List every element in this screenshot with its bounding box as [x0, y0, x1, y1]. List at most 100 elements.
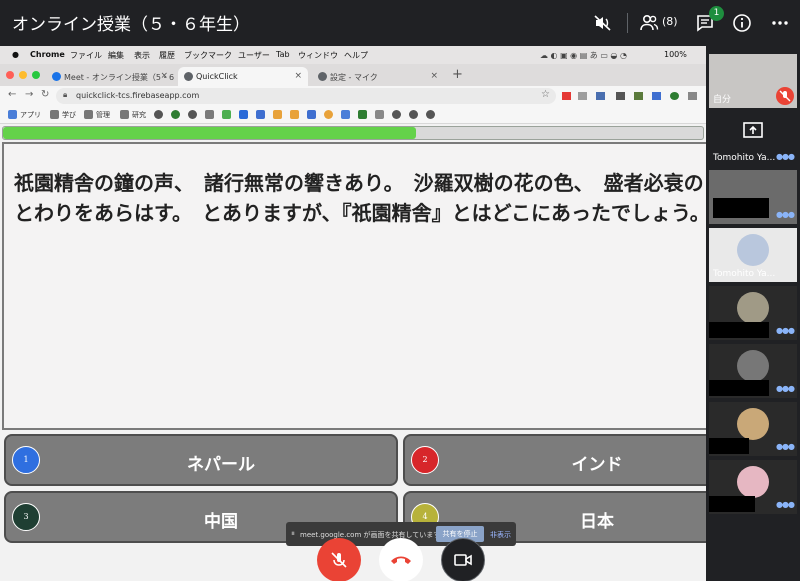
- hang-up-button[interactable]: [379, 538, 423, 581]
- extension-icon[interactable]: [634, 92, 643, 100]
- extension-icon[interactable]: [688, 92, 697, 100]
- speaking-dots-icon: ●●●: [776, 210, 795, 219]
- avatar: [737, 466, 769, 498]
- close-tab-icon[interactable]: ×: [430, 71, 438, 81]
- bookmark-folder[interactable]: 管理: [96, 110, 110, 120]
- close-tab-icon[interactable]: ×: [294, 71, 302, 81]
- avatar: [737, 292, 769, 324]
- people-icon[interactable]: [636, 10, 662, 36]
- hang-up-icon: [391, 556, 411, 564]
- chat-unread-badge: 1: [709, 6, 724, 21]
- tab-quickclick[interactable]: QuickClick ×: [178, 67, 308, 86]
- bookmark-icon[interactable]: [239, 110, 248, 119]
- participant-tile-self[interactable]: 自分: [709, 54, 797, 108]
- redacted-name: [709, 438, 749, 454]
- choice-1-button[interactable]: 1 ネパール: [4, 434, 398, 486]
- bookmark-icon[interactable]: [273, 110, 282, 119]
- question-panel: 祇園精舎の鐘の声、 諸行無常の響きあり。 沙羅双樹の花の色、 盛者必衰のことわり…: [2, 142, 706, 430]
- avatar: [737, 408, 769, 440]
- menu-item[interactable]: ウィンドウ: [298, 50, 338, 61]
- participant-tile[interactable]: ●●●: [709, 344, 797, 398]
- bookmark-icon[interactable]: [205, 110, 214, 119]
- people-count: (8): [662, 15, 678, 28]
- extension-icon[interactable]: [562, 92, 571, 100]
- tab-settings[interactable]: 設定 - マイク ×: [312, 67, 444, 86]
- menu-item[interactable]: Chrome: [30, 50, 65, 59]
- bookmark-icon[interactable]: [154, 110, 163, 119]
- bookmark-icon[interactable]: [324, 110, 333, 119]
- bookmark-icon[interactable]: [171, 110, 180, 119]
- mac-menubar: ● Chrome ファイル 編集 表示 履歴 ブックマーク ユーザー Tab ウ…: [0, 46, 706, 64]
- battery-percent: 100%: [664, 50, 687, 59]
- menu-item[interactable]: 編集: [108, 50, 124, 61]
- bookmark-star-icon[interactable]: ☆: [541, 89, 550, 100]
- extension-icon[interactable]: [652, 92, 661, 100]
- reload-icon[interactable]: ↻: [41, 89, 49, 100]
- bookmark-icon[interactable]: [426, 110, 435, 119]
- question-text: 祇園精舎の鐘の声、 諸行無常の響きあり。 沙羅双樹の花の色、 盛者必衰のことわり…: [14, 171, 706, 225]
- minimize-window-icon[interactable]: [19, 71, 27, 79]
- extension-icon[interactable]: [578, 92, 587, 100]
- meeting-title: オンライン授業（５・６年生）: [12, 15, 250, 35]
- audio-off-icon[interactable]: [590, 10, 616, 36]
- bookmark-folder[interactable]: 学び: [62, 110, 76, 120]
- microphone-off-button[interactable]: [317, 538, 361, 581]
- menu-item[interactable]: ファイル: [70, 50, 102, 61]
- menu-item[interactable]: ヘルプ: [344, 50, 368, 61]
- bookmark-folder[interactable]: 研究: [132, 110, 146, 120]
- camera-button[interactable]: [441, 538, 485, 581]
- participant-tile[interactable]: ●●●: [709, 286, 797, 340]
- tab-label: 設定 - マイク: [330, 73, 378, 82]
- bookmark-icon[interactable]: [341, 110, 350, 119]
- tab-meet[interactable]: Meet - オンライン授業（5・6 ×: [46, 67, 174, 86]
- info-icon[interactable]: [729, 10, 755, 36]
- forward-arrow-icon[interactable]: →: [25, 89, 33, 100]
- meet-top-bar: オンライン授業（５・６年生） (8) 1: [0, 0, 800, 46]
- menu-item[interactable]: 履歴: [159, 50, 175, 61]
- status-icons: ☁ ◐ ▣ ◉ ▤ あ ▭ ◒ ◔: [540, 51, 627, 60]
- drag-handle-icon[interactable]: ⏸: [291, 529, 295, 539]
- address-bar[interactable]: 🔒︎ quickclick-tcs.firebaseapp.com ☆: [56, 88, 556, 104]
- menu-item[interactable]: ブックマーク: [184, 50, 232, 61]
- browser-toolbar: ← → ↻ 🔒︎ quickclick-tcs.firebaseapp.com …: [0, 86, 706, 106]
- bookmark-icon[interactable]: [307, 110, 316, 119]
- choice-label: ネパール: [187, 455, 255, 475]
- bookmark-icon[interactable]: [358, 110, 367, 119]
- bookmark-apps[interactable]: アプリ: [20, 110, 41, 120]
- bookmark-icon[interactable]: [222, 110, 231, 119]
- bookmark-icon[interactable]: [188, 110, 197, 119]
- extension-icon[interactable]: [670, 92, 679, 100]
- menu-item[interactable]: Tab: [276, 50, 290, 59]
- participant-tile[interactable]: Tomohito Ya...: [709, 228, 797, 282]
- progress-fill: [3, 127, 416, 139]
- hide-notice-link[interactable]: 非表示: [490, 530, 511, 540]
- menu-item[interactable]: ユーザー: [238, 50, 270, 61]
- choice-2-button[interactable]: 2 インド: [403, 434, 706, 486]
- mic-muted-icon: [776, 87, 794, 105]
- lock-icon: 🔒︎: [63, 90, 68, 99]
- redacted-name: [709, 322, 769, 338]
- back-arrow-icon[interactable]: ←: [8, 89, 16, 100]
- participant-tile[interactable]: ●●●: [709, 402, 797, 456]
- speaking-dots-icon: ●●●: [776, 326, 795, 335]
- bookmark-icon[interactable]: [375, 110, 384, 119]
- participant-tile-presenting[interactable]: Tomohito Ya... ●●●: [709, 112, 797, 166]
- speaking-dots-icon: ●●●: [776, 500, 795, 509]
- extension-icon[interactable]: [596, 92, 605, 100]
- new-tab-button[interactable]: +: [452, 67, 463, 82]
- participant-tile[interactable]: ●●●: [709, 460, 797, 514]
- bookmark-icon[interactable]: [392, 110, 401, 119]
- bookmark-icon[interactable]: [256, 110, 265, 119]
- speaking-dots-icon: ●●●: [776, 152, 795, 161]
- more-options-icon[interactable]: [767, 10, 793, 36]
- participant-tile[interactable]: ●●●: [709, 170, 797, 224]
- close-window-icon[interactable]: [6, 71, 14, 79]
- bookmark-icon[interactable]: [290, 110, 299, 119]
- settings-gear-icon: [318, 72, 327, 81]
- bookmark-icon[interactable]: [409, 110, 418, 119]
- maximize-window-icon[interactable]: [32, 71, 40, 79]
- close-tab-icon[interactable]: ×: [160, 71, 168, 81]
- extension-icon[interactable]: [616, 92, 625, 100]
- menu-item[interactable]: 表示: [134, 50, 150, 61]
- bookmarks-bar: アプリ 学び 管理 研究: [0, 106, 706, 124]
